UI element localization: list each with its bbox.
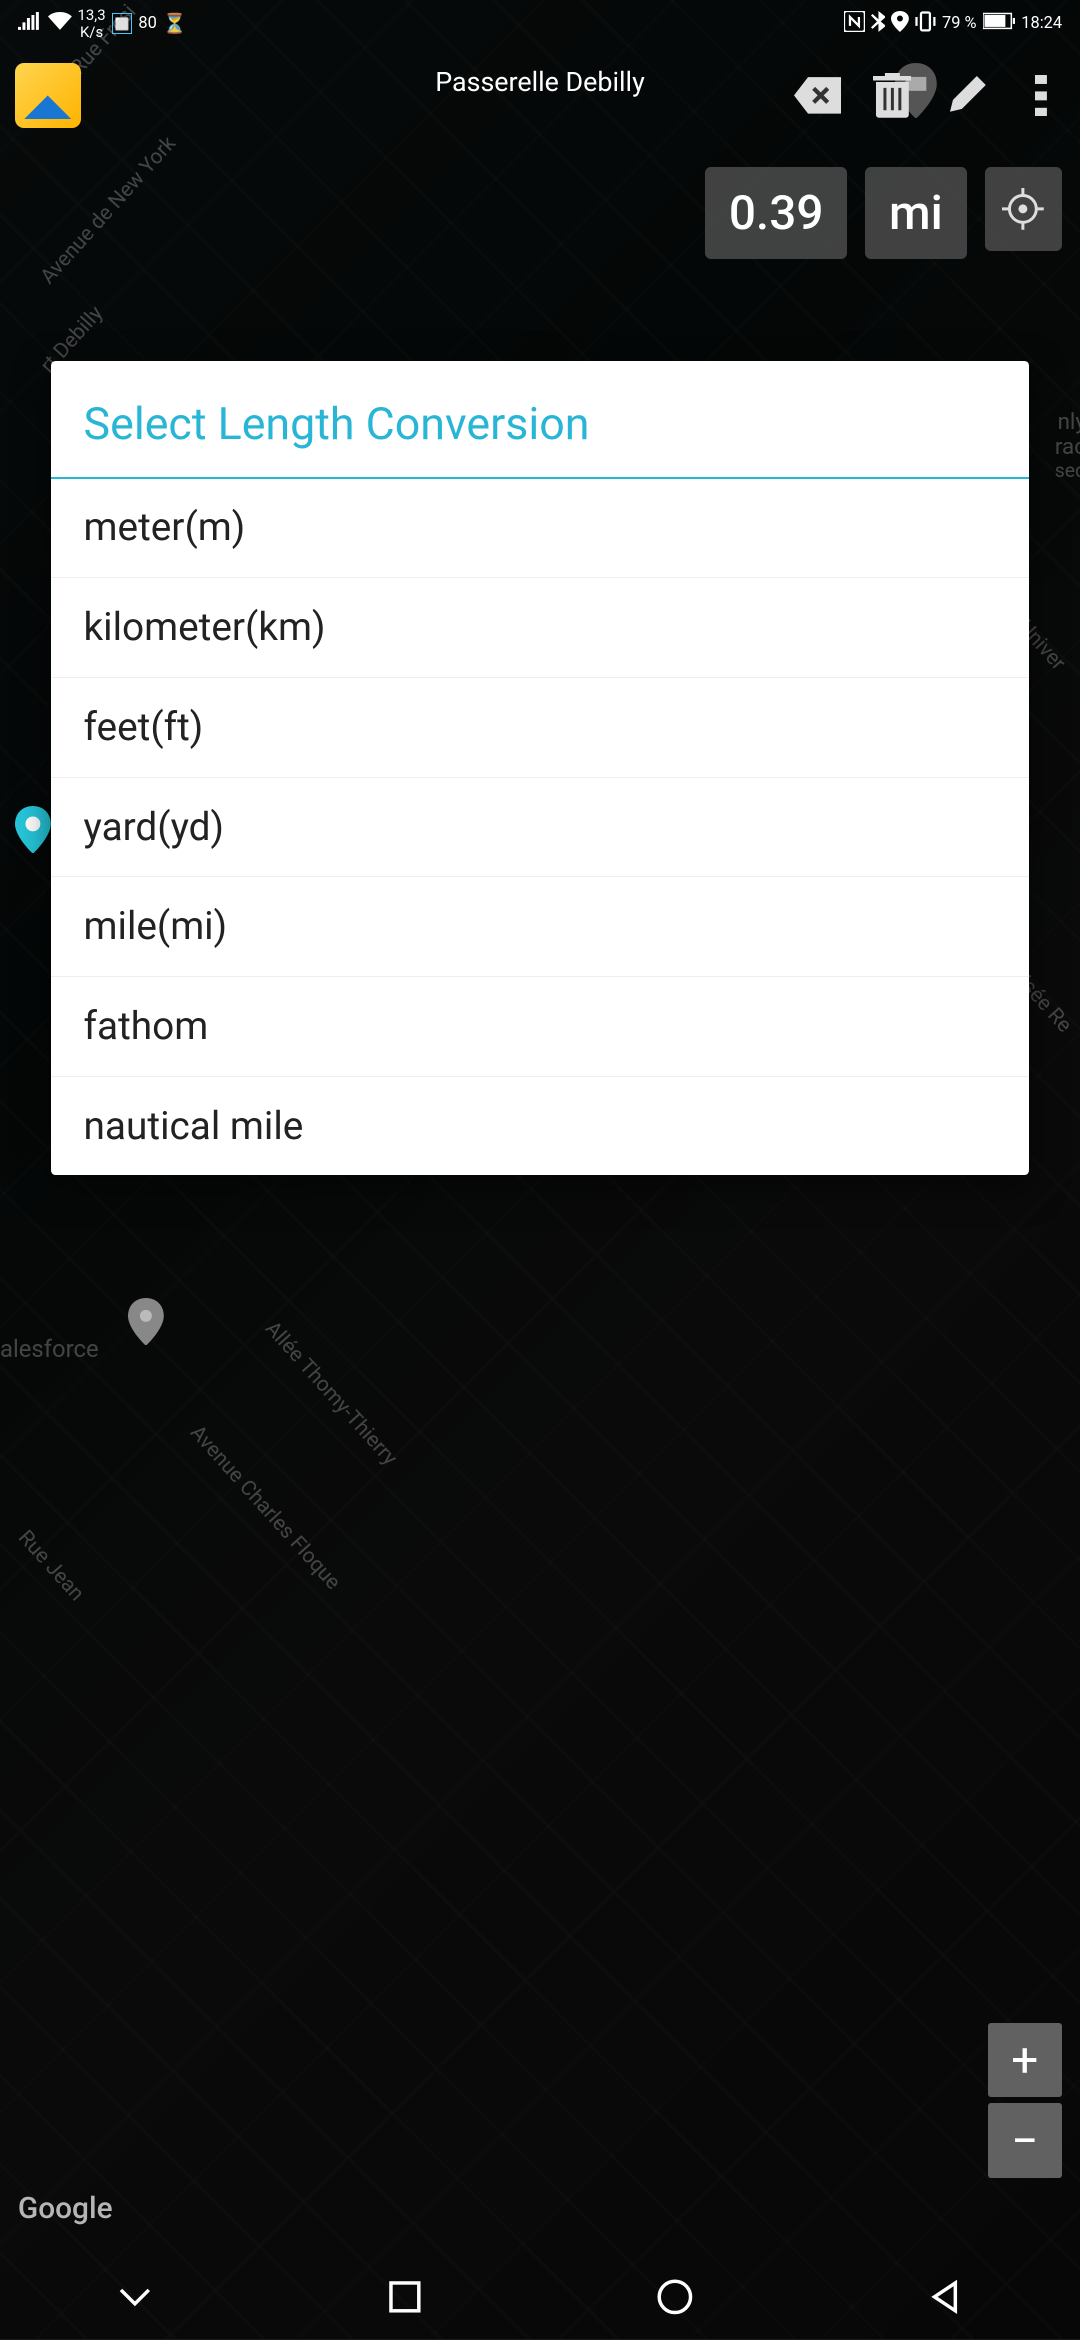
zoom-out-button[interactable]: − <box>988 2103 1063 2178</box>
app-logo-icon[interactable] <box>15 63 81 129</box>
temp-value: 80 <box>138 16 156 32</box>
clock: 18:24 <box>1021 16 1062 32</box>
battery-icon <box>983 12 1016 35</box>
dialog-title: Select Length Conversion <box>51 361 1030 479</box>
delete-button[interactable] <box>868 72 916 120</box>
my-location-button[interactable] <box>985 167 1063 251</box>
distance-display: 0.39 mi <box>705 167 1062 259</box>
zoom-controls: + − <box>988 2023 1063 2184</box>
unit-option-feet[interactable]: feet(ft) <box>51 678 1030 778</box>
battery-percent: 79 % <box>942 16 977 32</box>
nav-recent-button[interactable] <box>384 2276 426 2318</box>
unit-option-nautical-mile[interactable]: nautical mile <box>51 1077 1030 1176</box>
location-icon <box>891 11 909 37</box>
vibrate-icon <box>915 11 936 37</box>
temp-badge-icon: ⬜ <box>112 13 133 34</box>
network-speed: 13,3 K/s <box>78 7 106 40</box>
unit-option-fathom[interactable]: fathom <box>51 977 1030 1077</box>
map-marker-icon <box>15 806 51 854</box>
undo-button[interactable] <box>794 72 842 120</box>
speed-value: 13,3 <box>78 7 106 23</box>
app-toolbar <box>0 54 1080 138</box>
speed-unit: K/s <box>80 24 103 40</box>
unit-list: meter(m) kilometer(km) feet(ft) yard(yd)… <box>51 479 1030 1176</box>
unit-option-meter[interactable]: meter(m) <box>51 479 1030 579</box>
unit-option-mile[interactable]: mile(mi) <box>51 877 1030 977</box>
status-bar: 13,3 K/s ⬜ 80 ⏳ 79 % 18:24 <box>0 0 1080 48</box>
google-watermark: Google <box>18 2191 113 2226</box>
unit-option-kilometer[interactable]: kilometer(km) <box>51 578 1030 678</box>
status-bar-left: 13,3 K/s ⬜ 80 ⏳ <box>18 7 187 40</box>
zoom-in-button[interactable]: + <box>988 2023 1063 2098</box>
unit-selection-dialog: Select Length Conversion meter(m) kilome… <box>51 361 1030 1175</box>
edit-button[interactable] <box>943 72 991 120</box>
wifi-icon <box>48 12 72 35</box>
hourglass-icon: ⏳ <box>163 12 187 35</box>
bluetooth-icon <box>871 11 886 37</box>
nav-home-button[interactable] <box>654 2276 696 2318</box>
overflow-menu-button[interactable] <box>1017 72 1065 120</box>
nfc-icon <box>844 11 865 37</box>
status-bar-right: 79 % 18:24 <box>844 11 1062 37</box>
signal-icon <box>18 12 42 35</box>
nav-hide-keyboard-button[interactable] <box>114 2276 156 2318</box>
nav-back-button[interactable] <box>924 2276 966 2318</box>
distance-value[interactable]: 0.39 <box>705 167 847 259</box>
unit-option-yard[interactable]: yard(yd) <box>51 778 1030 878</box>
system-nav-bar <box>0 2255 1080 2339</box>
distance-unit-button[interactable]: mi <box>865 167 966 259</box>
map-marker-icon <box>128 1298 164 1346</box>
